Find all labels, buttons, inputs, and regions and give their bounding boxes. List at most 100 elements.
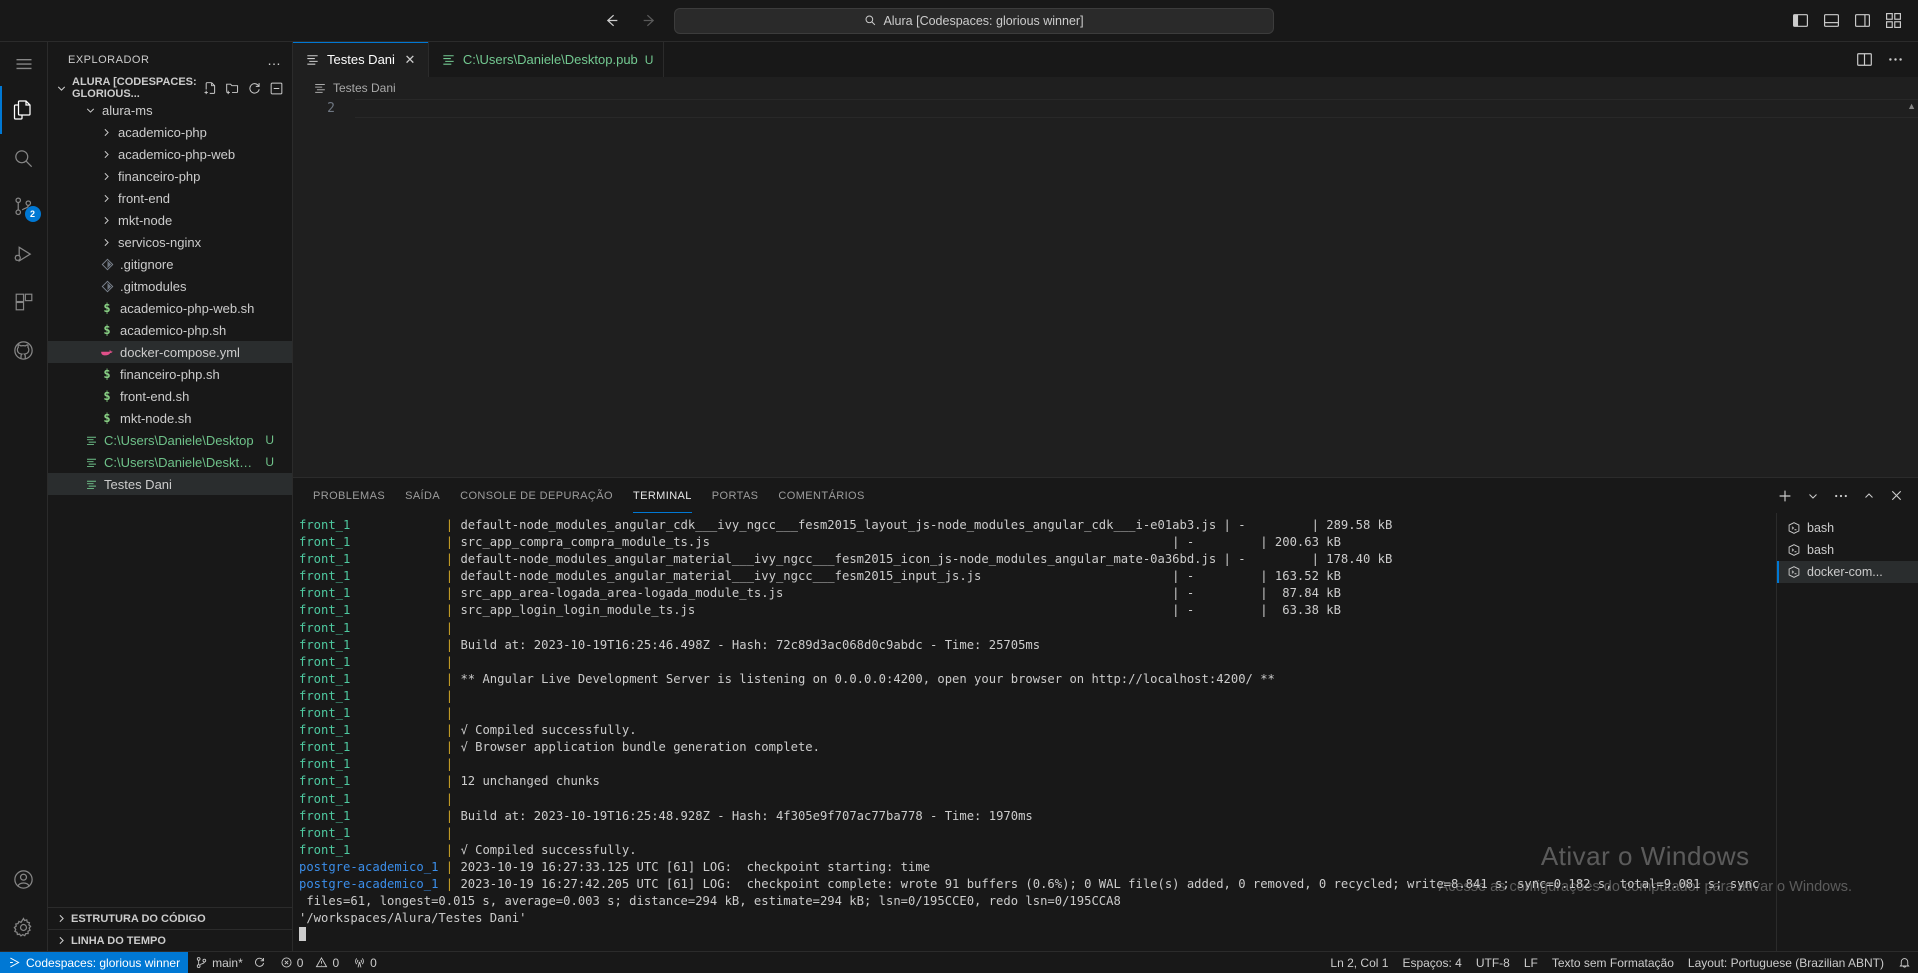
sync-icon[interactable] bbox=[253, 956, 266, 969]
terminal-separator: | bbox=[445, 535, 461, 550]
chevron-right-icon bbox=[53, 911, 69, 927]
split-editor-icon[interactable] bbox=[1856, 51, 1873, 68]
activity-bar-item-search[interactable] bbox=[0, 134, 48, 182]
more-actions-icon[interactable] bbox=[1833, 488, 1849, 504]
collapse-all-icon[interactable] bbox=[269, 81, 284, 96]
terminal-output[interactable]: front_1 | default-node_modules_angular_c… bbox=[293, 513, 1776, 951]
file-tree-item[interactable]: C:\Users\Daniele\Desktop.pub U bbox=[48, 451, 292, 473]
sidebar-section-timeline[interactable]: LINHA DO TEMPO bbox=[48, 929, 292, 951]
terminal-list-item[interactable]: docker-com... bbox=[1777, 561, 1918, 583]
docker-file-icon bbox=[98, 345, 116, 359]
terminal-service-name: postgre-academico_1 bbox=[299, 859, 446, 874]
file-tree-item[interactable]: C:\Users\Daniele\Desktop U bbox=[48, 429, 292, 451]
chevron-right-icon bbox=[98, 146, 114, 162]
file-tree-item[interactable]: $ academico-php.sh bbox=[48, 319, 292, 341]
extensions-icon bbox=[13, 291, 35, 313]
panel-tab-portas[interactable]: PORTAS bbox=[712, 478, 759, 513]
panel-tab-comentários[interactable]: COMENTÁRIOS bbox=[778, 478, 864, 513]
activity-bar-item-accounts[interactable] bbox=[0, 855, 48, 903]
status-language-mode[interactable]: Texto sem Formatação bbox=[1545, 952, 1681, 973]
status-eol[interactable]: LF bbox=[1517, 952, 1545, 973]
more-actions-icon[interactable] bbox=[1887, 51, 1904, 68]
activity-bar-item-github[interactable] bbox=[0, 326, 48, 374]
refresh-icon[interactable] bbox=[247, 81, 262, 96]
status-ports[interactable]: 0 bbox=[346, 952, 384, 973]
toggle-secondary-sidebar-icon[interactable] bbox=[1854, 12, 1871, 29]
file-tree-item[interactable]: $ front-end.sh bbox=[48, 385, 292, 407]
status-cursor-position[interactable]: Ln 2, Col 1 bbox=[1323, 952, 1395, 973]
terminal-separator: | bbox=[445, 671, 461, 686]
explorer-folder-header[interactable]: ALURA [CODESPACES: GLORIOUS... bbox=[48, 76, 292, 100]
terminal-separator: | bbox=[445, 706, 461, 721]
panel-tab-terminal[interactable]: TERMINAL bbox=[632, 478, 692, 513]
chevron-down-icon[interactable] bbox=[1806, 489, 1820, 503]
text-editor[interactable]: 2 ▲ bbox=[293, 99, 1918, 477]
file-tree-item[interactable]: academico-php-web bbox=[48, 143, 292, 165]
activity-bar: 2 bbox=[0, 42, 48, 951]
terminal-line: front_1 | bbox=[299, 825, 1776, 842]
file-tree-item[interactable]: $ mkt-node.sh bbox=[48, 407, 292, 429]
activity-bar-item-run-debug[interactable] bbox=[0, 230, 48, 278]
toggle-panel-icon[interactable] bbox=[1823, 12, 1840, 29]
command-center-search[interactable]: Alura [Codespaces: glorious winner] bbox=[674, 7, 1274, 34]
terminal-bash-icon bbox=[1787, 543, 1801, 557]
activity-bar-item-source-control[interactable]: 2 bbox=[0, 182, 48, 230]
panel-tab-problemas[interactable]: PROBLEMAS bbox=[313, 478, 385, 513]
customize-layout-icon[interactable] bbox=[1885, 12, 1902, 29]
editor-tab-desktop-pub[interactable]: C:\Users\Daniele\Desktop.pub U bbox=[428, 42, 665, 77]
terminal-service-name: front_1 bbox=[299, 791, 446, 806]
terminal-separator: | bbox=[445, 757, 461, 772]
run-debug-icon bbox=[12, 243, 35, 266]
breadcrumb[interactable]: Testes Dani bbox=[293, 77, 1918, 99]
file-tree-item-label: .gitignore bbox=[120, 256, 174, 272]
layout-controls bbox=[1792, 12, 1918, 29]
arrow-left-icon[interactable] bbox=[600, 10, 622, 32]
status-branch[interactable]: main* bbox=[188, 952, 273, 973]
file-tree-item[interactable]: .gitmodules bbox=[48, 275, 292, 297]
terminal-line: front_1 | bbox=[299, 791, 1776, 808]
status-indentation[interactable]: Espaços: 4 bbox=[1395, 952, 1468, 973]
sidebar-more-actions-icon[interactable]: … bbox=[267, 52, 282, 68]
file-tree-item[interactable]: alura-ms bbox=[48, 99, 292, 121]
status-keyboard-layout[interactable]: Layout: Portuguese (Brazilian ABNT) bbox=[1681, 952, 1891, 973]
add-terminal-icon[interactable] bbox=[1777, 488, 1793, 504]
activity-bar-item-extensions[interactable] bbox=[0, 278, 48, 326]
file-tree-item[interactable]: docker-compose.yml bbox=[48, 341, 292, 363]
status-remote-indicator[interactable]: Codespaces: glorious winner bbox=[0, 951, 189, 973]
title-bar: Alura [Codespaces: glorious winner] bbox=[0, 0, 1918, 42]
chevron-right-icon bbox=[98, 234, 114, 250]
editor-tab-testes-dani[interactable]: Testes Dani ✕ bbox=[293, 42, 429, 77]
activity-bar-item-settings[interactable] bbox=[0, 903, 48, 951]
file-tree-item[interactable]: $ financeiro-php.sh bbox=[48, 363, 292, 385]
panel-tab-console-de-depuração[interactable]: CONSOLE DE DEPURAÇÃO bbox=[460, 478, 613, 513]
terminal-list-item[interactable]: bash bbox=[1777, 539, 1918, 561]
sidebar-section-outline[interactable]: ESTRUTURA DO CÓDIGO bbox=[48, 907, 292, 929]
new-file-icon[interactable] bbox=[203, 81, 218, 96]
file-tree-item[interactable]: $ academico-php-web.sh bbox=[48, 297, 292, 319]
terminal-list-item[interactable]: bash bbox=[1777, 517, 1918, 539]
close-icon[interactable] bbox=[1889, 488, 1904, 503]
status-branch-label: main* bbox=[212, 955, 243, 970]
chevron-up-icon[interactable] bbox=[1862, 489, 1876, 503]
file-tree-item[interactable]: mkt-node bbox=[48, 209, 292, 231]
terminal-separator: | bbox=[445, 774, 461, 789]
status-notifications[interactable] bbox=[1891, 952, 1918, 973]
activity-bar-item-explorer[interactable] bbox=[0, 86, 48, 134]
file-tree-item[interactable]: financeiro-php bbox=[48, 165, 292, 187]
file-tree-item[interactable]: academico-php bbox=[48, 121, 292, 143]
file-tree-item-label: front-end bbox=[118, 190, 171, 206]
file-tree-item[interactable]: .gitignore bbox=[48, 253, 292, 275]
status-problems[interactable]: 0 0 bbox=[273, 952, 346, 973]
status-encoding[interactable]: UTF-8 bbox=[1469, 952, 1517, 973]
new-folder-icon[interactable] bbox=[225, 81, 240, 96]
file-tree-item[interactable]: front-end bbox=[48, 187, 292, 209]
file-tree-item[interactable]: servicos-nginx bbox=[48, 231, 292, 253]
menu-icon[interactable] bbox=[0, 42, 48, 86]
toggle-primary-sidebar-icon[interactable] bbox=[1792, 12, 1809, 29]
editor-scrollbar[interactable]: ▲ bbox=[1904, 99, 1918, 477]
close-icon[interactable]: ✕ bbox=[402, 52, 418, 68]
arrow-right-icon[interactable] bbox=[638, 10, 660, 32]
panel-tab-saída[interactable]: SAÍDA bbox=[405, 478, 440, 513]
file-tree-item[interactable]: Testes Dani bbox=[48, 473, 292, 495]
terminal-line-text: 2023-10-19 16:27:42.205 UTC [61] LOG: ch… bbox=[460, 876, 1760, 891]
